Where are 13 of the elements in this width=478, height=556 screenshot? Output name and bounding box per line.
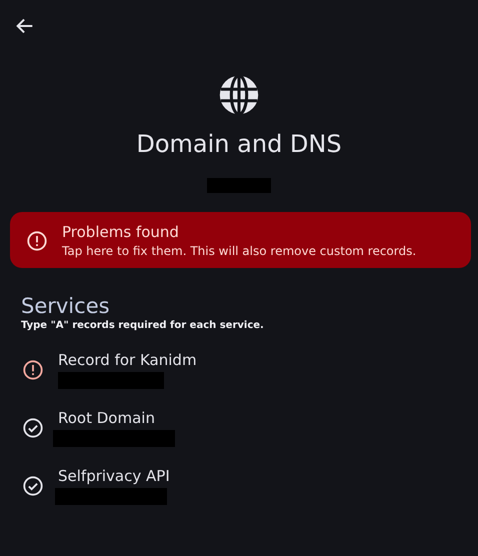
record-name: Selfprivacy API — [58, 467, 170, 485]
page-title: Domain and DNS — [136, 130, 342, 158]
banner-title: Problems found — [62, 223, 180, 241]
warning-icon — [22, 359, 44, 381]
section-title: Services — [21, 294, 111, 318]
warning-icon — [26, 230, 48, 252]
check-circle-icon — [22, 475, 44, 497]
problems-banner[interactable]: Problems found Tap here to fix them. This will also remove custom records. — [10, 212, 471, 268]
section-subtitle: Type "A" records required for each service. — [21, 320, 265, 331]
record-name: Root Domain — [58, 409, 156, 427]
check-circle-icon — [22, 417, 44, 439]
record-name: Record for Kanidm — [58, 351, 197, 369]
banner-message: Tap here to fix them. This will also remove custom records. — [62, 244, 416, 258]
